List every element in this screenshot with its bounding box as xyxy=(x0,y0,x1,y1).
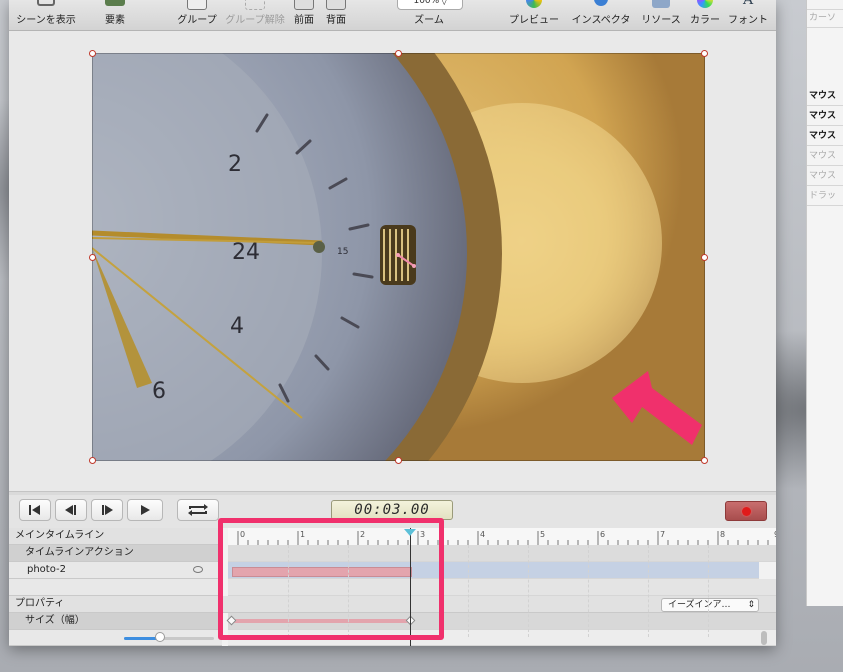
skip-back-icon xyxy=(29,505,40,515)
preview-button[interactable]: プレビュー xyxy=(505,0,563,30)
side-row-mouse-4[interactable]: マウス xyxy=(807,148,843,166)
grid-line-5 xyxy=(528,545,530,637)
loop-icon xyxy=(188,504,208,516)
resources-button[interactable]: リソース xyxy=(637,0,685,30)
ungroup-label: グループ解除 xyxy=(225,15,285,26)
record-icon xyxy=(742,507,751,516)
side-row-cursor[interactable]: カーソ xyxy=(807,10,843,28)
vertical-scrollbar[interactable] xyxy=(761,631,767,645)
elements-icon xyxy=(105,0,125,6)
resize-handle-top-center[interactable] xyxy=(395,50,402,57)
play-button[interactable] xyxy=(127,499,163,521)
play-icon xyxy=(141,505,150,515)
properties-label: プロパティ xyxy=(15,598,65,609)
show-scene-label: シーンを表示 xyxy=(16,15,76,26)
resize-handle-middle-left[interactable] xyxy=(89,254,96,261)
grid-line-4 xyxy=(468,545,470,637)
grid-line-6 xyxy=(588,545,590,637)
step-forward-icon xyxy=(102,505,113,515)
grid-line-7 xyxy=(648,545,650,637)
resize-handle-bottom-left[interactable] xyxy=(89,457,96,464)
group-label: グループ xyxy=(177,15,217,26)
element-name: photo-2 xyxy=(27,564,66,575)
bring-front-button[interactable]: 前面 xyxy=(291,0,317,30)
inspector-label: インスペクタ xyxy=(571,15,631,26)
color-button[interactable]: カラー xyxy=(687,0,723,30)
resize-handle-top-right[interactable] xyxy=(701,50,708,57)
timeline-action-label[interactable]: タイムラインアクション xyxy=(9,545,222,562)
scene-icon xyxy=(37,0,55,6)
ease-select[interactable]: イーズインア… ⇕ xyxy=(661,598,759,612)
inspector-button[interactable]: インスペクタ xyxy=(569,0,633,30)
scene-canvas[interactable]: 2 4 6 24 15 xyxy=(9,31,776,491)
group-button[interactable]: グループ xyxy=(175,0,219,30)
time-display: 00:03.00 xyxy=(331,500,453,520)
resize-handle-middle-right[interactable] xyxy=(701,254,708,261)
inspector-icon xyxy=(594,0,608,6)
previous-frame-button[interactable] xyxy=(55,499,87,521)
font-icon: A xyxy=(742,0,754,8)
font-label: フォント xyxy=(728,15,768,26)
next-frame-button[interactable] xyxy=(91,499,123,521)
element-row-label[interactable]: photo-2 xyxy=(9,562,222,579)
record-button[interactable] xyxy=(725,501,767,521)
selection-frame xyxy=(89,50,708,464)
go-to-start-button[interactable] xyxy=(19,499,51,521)
color-icon xyxy=(697,0,713,8)
timeline-zoom-knob[interactable] xyxy=(155,632,165,642)
timeline-zoom-slider[interactable] xyxy=(124,637,214,640)
zoom-group: 100% ◊ ズーム xyxy=(395,0,463,30)
side-row-mouse-5[interactable]: マウス xyxy=(807,168,843,186)
color-label: カラー xyxy=(690,15,720,26)
send-back-label: 背面 xyxy=(326,15,346,26)
ungroup-icon xyxy=(245,0,265,10)
chevron-updown-icon: ⇕ xyxy=(747,600,755,610)
bring-front-label: 前面 xyxy=(294,15,314,26)
side-row-mouse-3[interactable]: マウス xyxy=(807,128,843,146)
show-scene-button[interactable]: シーンを表示 xyxy=(11,0,81,30)
send-back-button[interactable]: 背面 xyxy=(323,0,349,30)
side-row-drag[interactable]: ドラッ xyxy=(807,188,843,206)
grid-line-8 xyxy=(708,545,710,637)
elements-button[interactable]: 要素 xyxy=(95,0,135,30)
resize-handle-bottom-right[interactable] xyxy=(701,457,708,464)
loop-button[interactable] xyxy=(177,499,219,521)
group-icon xyxy=(187,0,207,10)
send-back-icon xyxy=(326,0,346,10)
resize-handle-top-left[interactable] xyxy=(89,50,96,57)
resources-label: リソース xyxy=(641,15,681,26)
toolbar: シーンを表示 要素 グループ グループ解除 前面 背面 100% ◊ ズーム プ xyxy=(9,0,776,31)
resources-icon xyxy=(652,0,670,8)
visibility-eye-icon[interactable] xyxy=(193,566,203,573)
property-row-label[interactable]: サイズ（幅） xyxy=(9,613,222,630)
bring-front-icon xyxy=(294,0,314,10)
side-row-mouse-1[interactable]: マウス xyxy=(807,88,843,106)
preview-label: プレビュー xyxy=(509,15,559,26)
zoom-select[interactable]: 100% ◊ xyxy=(397,0,463,10)
main-timeline-label[interactable]: メインタイムライン xyxy=(9,528,222,545)
resize-handle-bottom-center[interactable] xyxy=(395,457,402,464)
preview-icon xyxy=(526,0,542,8)
zoom-label: ズーム xyxy=(414,15,444,26)
ease-option: イーズインア… xyxy=(668,600,731,610)
ungroup-button[interactable]: グループ解除 xyxy=(223,0,287,30)
empty-row xyxy=(9,579,222,596)
side-panel: カーソ マウス マウス マウス マウス マウス ドラッ xyxy=(806,0,843,606)
font-button[interactable]: A フォント xyxy=(725,0,771,30)
side-row-mouse-2[interactable]: マウス xyxy=(807,108,843,126)
annotation-highlight-box xyxy=(218,518,444,640)
side-panel-header xyxy=(807,0,843,10)
elements-label: 要素 xyxy=(105,15,125,26)
step-back-icon xyxy=(65,505,76,515)
